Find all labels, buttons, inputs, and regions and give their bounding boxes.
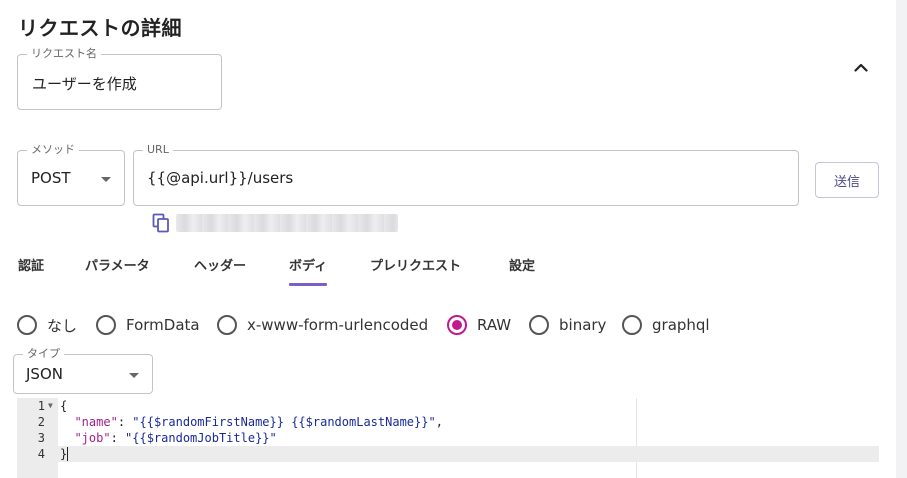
code-text: { bbox=[60, 399, 68, 413]
url-field[interactable]: URL {{@api.url}}/users bbox=[133, 143, 799, 206]
radio-formdata[interactable]: FormData bbox=[96, 313, 200, 337]
method-label: メソッド bbox=[27, 143, 79, 157]
tab-settings[interactable]: 設定 bbox=[509, 246, 535, 286]
method-select[interactable]: メソッド POST bbox=[17, 143, 125, 206]
code-line: 2 "name": "{{$randomFirstName}} {{$rando… bbox=[17, 414, 879, 430]
type-select[interactable]: タイプ JSON bbox=[13, 347, 153, 394]
line-number: 2 bbox=[37, 415, 45, 429]
caret-down-icon bbox=[129, 373, 139, 378]
radio-raw-label: RAW bbox=[477, 316, 512, 334]
tab-headers[interactable]: ヘッダー bbox=[194, 246, 246, 286]
radio-none[interactable]: なし bbox=[17, 313, 77, 337]
url-value: {{@api.url}}/users bbox=[147, 169, 294, 187]
text-cursor bbox=[67, 447, 69, 461]
radio-raw-circle bbox=[447, 315, 467, 335]
caret-down-icon bbox=[101, 177, 111, 182]
method-value: POST bbox=[31, 169, 71, 187]
collapse-button[interactable] bbox=[851, 57, 871, 77]
line-number: 3 bbox=[37, 431, 45, 445]
url-label: URL bbox=[143, 143, 173, 157]
radio-binary-label: binary bbox=[559, 316, 607, 334]
radio-formdata-circle bbox=[96, 315, 116, 335]
line-number: 4 bbox=[37, 447, 45, 461]
radio-raw[interactable]: RAW bbox=[447, 313, 511, 337]
resolved-url-preview bbox=[176, 214, 398, 232]
tab-parameters[interactable]: パラメータ bbox=[85, 246, 150, 286]
request-tabs: 認証 パラメータ ヘッダー ボディ プレリクエスト 設定 bbox=[0, 246, 600, 286]
body-type-radio-group: なし FormData x-www-form-urlencoded RAW bi… bbox=[0, 313, 760, 337]
send-button[interactable]: 送信 bbox=[815, 162, 879, 198]
radio-urlencoded-circle bbox=[217, 315, 237, 335]
code-editor[interactable]: 1 ▼ { 2 "name": "{{$randomFirstName}} {{… bbox=[17, 398, 879, 478]
radio-graphql-circle bbox=[622, 315, 642, 335]
code-text: } bbox=[60, 447, 69, 461]
type-value: JSON bbox=[26, 365, 63, 383]
code-line-active: 4 } bbox=[17, 446, 879, 462]
copy-icon[interactable] bbox=[152, 213, 170, 233]
radio-none-label: なし bbox=[47, 316, 78, 335]
radio-binary[interactable]: binary bbox=[529, 313, 606, 337]
radio-none-circle bbox=[17, 315, 37, 335]
radio-formdata-label: FormData bbox=[126, 316, 200, 334]
chevron-up-icon bbox=[854, 63, 868, 72]
request-name-label: リクエスト名 bbox=[27, 47, 101, 61]
fold-arrow-icon[interactable]: ▼ bbox=[48, 398, 53, 414]
radio-urlencoded[interactable]: x-www-form-urlencoded bbox=[217, 313, 428, 337]
radio-graphql-label: graphql bbox=[652, 316, 710, 334]
page-title: リクエストの詳細 bbox=[18, 16, 182, 40]
request-name-field[interactable]: リクエスト名 ユーザーを作成 bbox=[17, 47, 222, 110]
tab-pre-request[interactable]: プレリクエスト bbox=[370, 246, 461, 286]
code-line: 1 ▼ { bbox=[17, 398, 879, 414]
tab-auth[interactable]: 認証 bbox=[18, 246, 44, 286]
request-name-value: ユーザーを作成 bbox=[32, 75, 137, 93]
code-line: 3 "job": "{{$randomJobTitle}}" bbox=[17, 430, 879, 446]
request-detail-panel: リクエストの詳細 リクエスト名 ユーザーを作成 メソッド POST URL {{… bbox=[0, 0, 896, 478]
code-text: "job": "{{$randomJobTitle}}" bbox=[74, 431, 277, 445]
tab-body[interactable]: ボディ bbox=[289, 246, 328, 286]
code-text: "name": "{{$randomFirstName}} {{$randomL… bbox=[74, 415, 443, 429]
radio-binary-circle bbox=[529, 315, 549, 335]
type-label: タイプ bbox=[23, 347, 64, 361]
radio-graphql[interactable]: graphql bbox=[622, 313, 710, 337]
radio-urlencoded-label: x-www-form-urlencoded bbox=[247, 316, 429, 334]
line-number: 1 bbox=[37, 399, 45, 413]
